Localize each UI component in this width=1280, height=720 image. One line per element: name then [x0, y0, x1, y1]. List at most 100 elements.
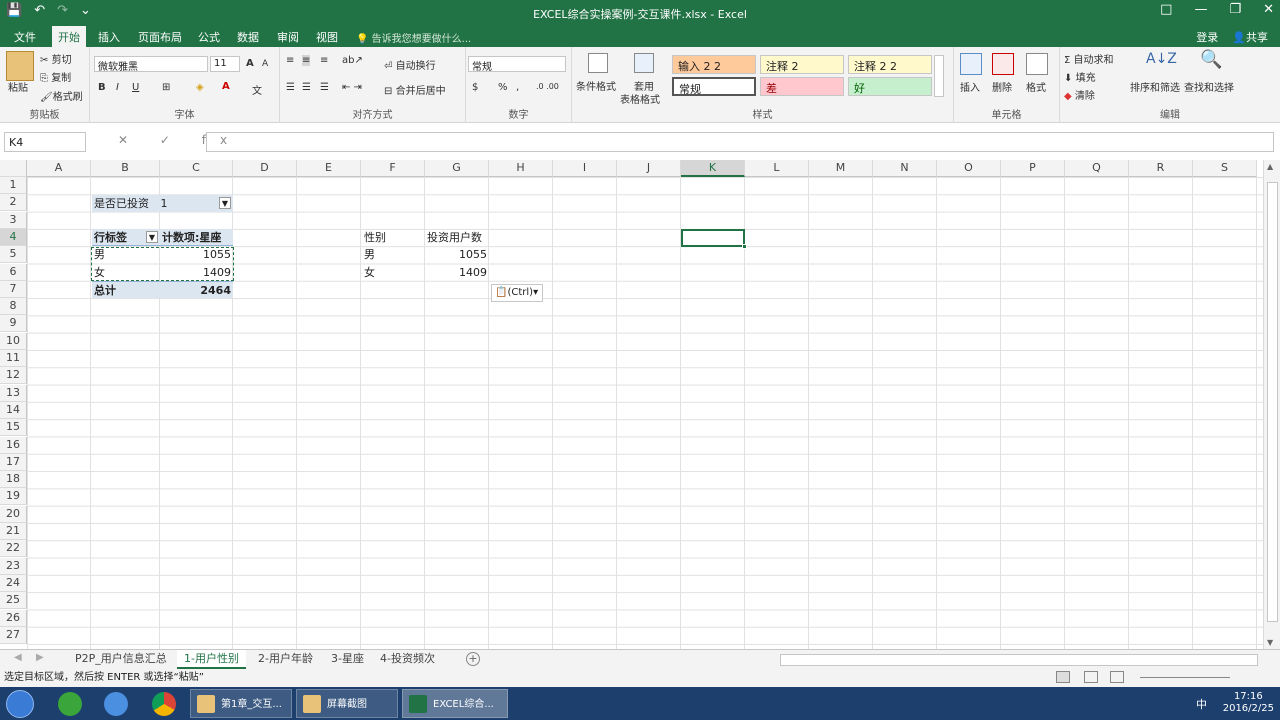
number-format-select[interactable]: 常规 — [468, 56, 566, 73]
indent-icon[interactable]: ⇤ ⇥ — [342, 82, 362, 93]
column-header[interactable]: P — [1001, 160, 1065, 177]
vertical-scrollbar[interactable]: ▲ ▼ — [1263, 160, 1280, 649]
font-color-icon[interactable]: A — [222, 81, 230, 92]
row-header[interactable]: 25 — [0, 592, 27, 610]
merge-center-button[interactable]: ⊟ 合并后居中 — [384, 82, 446, 97]
horizontal-scrollbar[interactable] — [780, 654, 1258, 666]
fill-handle[interactable] — [742, 244, 747, 249]
orientation-icon[interactable]: ab↗ — [342, 55, 363, 66]
format-painter-button[interactable]: 🖌格式刷 — [40, 88, 83, 103]
font-size-select[interactable]: 11 — [210, 56, 240, 72]
sheet-nav-next-icon[interactable]: ▶ — [36, 652, 44, 663]
page-layout-view-icon[interactable] — [1084, 671, 1098, 683]
fill-button[interactable]: ⬇ 填充 — [1064, 69, 1096, 84]
app-icon-2[interactable] — [104, 692, 128, 716]
percent-button[interactable]: % — [498, 82, 508, 93]
row-header[interactable]: 7 — [0, 280, 27, 298]
format-as-table-button[interactable]: 表格格式 — [620, 91, 660, 106]
paste-button[interactable]: 粘贴 — [8, 79, 28, 94]
column-header[interactable]: R — [1129, 160, 1193, 177]
row-header[interactable]: 27 — [0, 626, 27, 644]
tell-me-box[interactable]: 💡 告诉我您想要做什么... — [356, 30, 471, 45]
sheet-nav-prev-icon[interactable]: ◀ — [14, 652, 22, 663]
column-header[interactable]: H — [489, 160, 553, 177]
row-header[interactable]: 12 — [0, 367, 27, 385]
column-header[interactable]: C — [160, 160, 233, 177]
italic-button[interactable]: I — [116, 82, 119, 93]
vertical-scroll-thumb[interactable] — [1267, 182, 1278, 622]
style-note-22[interactable]: 注释 2 2 — [848, 55, 932, 74]
column-header[interactable]: Q — [1065, 160, 1129, 177]
column-header[interactable]: G — [425, 160, 489, 177]
clock[interactable]: 17:16 2016/2/25 — [1223, 689, 1274, 715]
align-left-icon[interactable]: ☰ — [286, 82, 295, 93]
app-icon-1[interactable] — [58, 692, 82, 716]
row-header[interactable]: 26 — [0, 609, 27, 627]
tab-review[interactable]: 审阅 — [271, 29, 305, 45]
row-header[interactable]: 4 — [0, 228, 27, 246]
tab-view[interactable]: 视图 — [310, 29, 344, 45]
phonetic-button[interactable]: 文 — [252, 82, 262, 97]
row-header[interactable]: 1 — [0, 177, 27, 194]
sheet-tab[interactable]: 4-投资频次 — [373, 650, 442, 669]
sheet-tab-active[interactable]: 1-用户性别 — [177, 650, 246, 669]
column-header[interactable]: M — [809, 160, 873, 177]
wrap-text-button[interactable]: ⏎ 自动换行 — [384, 57, 436, 72]
style-input-22[interactable]: 输入 2 2 — [672, 55, 756, 74]
copy-button[interactable]: ⎘ 复制 — [40, 69, 71, 84]
chrome-icon[interactable] — [152, 692, 176, 716]
close-button[interactable]: ✕ — [1263, 2, 1274, 17]
conditional-format-button[interactable]: 条件格式 — [576, 78, 616, 93]
delete-button[interactable]: 删除 — [992, 79, 1012, 94]
column-header[interactable]: O — [937, 160, 1001, 177]
currency-icon[interactable]: $ — [472, 82, 478, 93]
share-button[interactable]: 👤共享 — [1232, 29, 1268, 45]
active-cell[interactable] — [681, 229, 745, 247]
column-header[interactable]: B — [91, 160, 160, 177]
style-good[interactable]: 好 — [848, 77, 932, 96]
column-header[interactable]: L — [745, 160, 809, 177]
sort-filter-button[interactable]: 排序和筛选 — [1130, 79, 1180, 94]
row-header[interactable]: 24 — [0, 574, 27, 592]
format-button[interactable]: 格式 — [1026, 79, 1046, 94]
font-family-select[interactable]: 微软雅黑 — [94, 56, 208, 73]
row-filter-dropdown-icon[interactable]: ▼ — [146, 231, 158, 243]
row-header[interactable]: 21 — [0, 523, 27, 540]
bold-button[interactable]: B — [98, 82, 106, 93]
sheet-tab[interactable]: 2-用户年龄 — [251, 650, 320, 669]
find-select-button[interactable]: 查找和选择 — [1184, 79, 1234, 94]
grow-font-button[interactable]: A — [246, 58, 254, 69]
row-header[interactable]: 3 — [0, 211, 27, 229]
row-header[interactable]: 19 — [0, 488, 27, 506]
row-header[interactable]: 6 — [0, 263, 27, 281]
tab-data[interactable]: 数据 — [231, 29, 265, 45]
login-link[interactable]: 登录 — [1196, 29, 1218, 45]
column-header[interactable]: J — [617, 160, 681, 177]
row-header[interactable]: 20 — [0, 505, 27, 523]
row-header[interactable]: 16 — [0, 436, 27, 454]
minimize-button[interactable]: — — [1194, 2, 1207, 17]
border-icon[interactable]: ⊞ — [162, 82, 170, 93]
tab-home[interactable]: 开始 — [52, 26, 86, 47]
row-header[interactable]: 23 — [0, 557, 27, 575]
page-break-view-icon[interactable] — [1110, 671, 1124, 683]
align-center-icon[interactable]: ☰ — [302, 82, 311, 93]
row-header[interactable]: 8 — [0, 298, 27, 316]
tab-page-layout[interactable]: 页面布局 — [132, 29, 188, 45]
taskbar-item[interactable]: 屏幕截图 — [296, 689, 398, 718]
start-button[interactable] — [6, 690, 34, 718]
tab-insert[interactable]: 插入 — [92, 29, 126, 45]
column-header[interactable]: I — [553, 160, 617, 177]
fill-color-icon[interactable]: ◈ — [196, 82, 204, 93]
row-header[interactable]: 10 — [0, 332, 27, 350]
column-header[interactable]: F — [361, 160, 425, 177]
name-box[interactable]: K4 — [4, 132, 86, 152]
shrink-font-button[interactable]: A — [262, 59, 268, 69]
style-note-2[interactable]: 注释 2 — [760, 55, 844, 74]
align-right-icon[interactable]: ☰ — [320, 82, 329, 93]
align-bottom-icon[interactable]: ≡ — [320, 55, 328, 66]
taskbar-item-excel[interactable]: EXCEL综合... — [402, 689, 508, 718]
insert-button[interactable]: 插入 — [960, 79, 980, 94]
row-header[interactable]: 9 — [0, 315, 27, 333]
decimal-icon[interactable]: .0 .00 — [536, 82, 559, 91]
